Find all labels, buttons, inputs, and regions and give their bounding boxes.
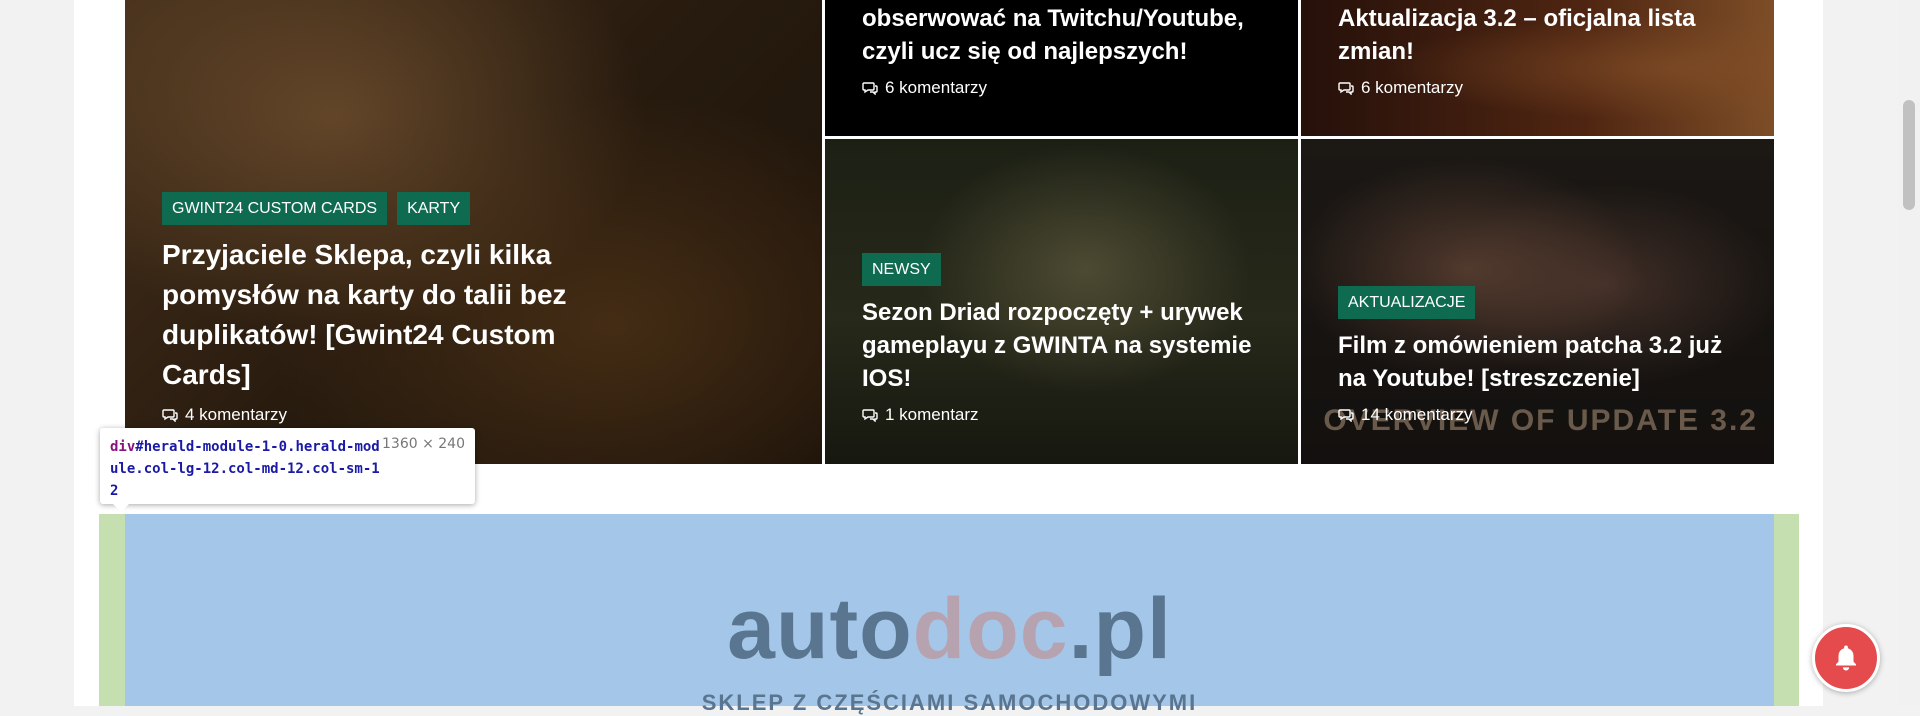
element-dimensions: 1360 × 240 — [382, 436, 465, 452]
tag-gwint24-custom-cards[interactable]: GWINT24 CUSTOM CARDS — [162, 192, 388, 225]
autodoc-logo: autodoc.pl — [727, 581, 1172, 677]
scrollbar-thumb[interactable] — [1903, 100, 1915, 210]
tag-list: GWINT24 CUSTOM CARDS KARTY — [162, 192, 792, 225]
notification-bell-button[interactable] — [1812, 624, 1880, 692]
card-content: obserwować na Twitchu/Youtube, czyli ucz… — [862, 2, 1268, 98]
featured-article-large[interactable]: GWINT24 CUSTOM CARDS KARTY Przyjaciele S… — [125, 0, 822, 464]
card-content: GWINT24 CUSTOM CARDS KARTY Przyjaciele S… — [162, 192, 792, 425]
element-selector: div#herald-module-1-0.herald-module.col-… — [110, 439, 380, 499]
comment-count[interactable]: 14 komentarzy — [1338, 405, 1744, 425]
page-scrollbar[interactable] — [1898, 0, 1920, 706]
ad-banner[interactable]: autodoc.pl SKLEP Z CZĘŚCIAMI SAMOCHODOWY… — [125, 514, 1774, 715]
card-content: AKTUALIZACJE Film z omówieniem patcha 3.… — [1338, 286, 1744, 425]
comment-count-label: 4 komentarzy — [185, 405, 288, 424]
featured-article-top-middle[interactable]: obserwować na Twitchu/Youtube, czyli ucz… — [825, 0, 1298, 136]
featured-article-bottom-middle[interactable]: NEWSY Sezon Driad rozpoczęty + urywek ga… — [825, 139, 1298, 464]
tag-list: AKTUALIZACJE — [1338, 286, 1744, 319]
tooltip-arrow — [112, 503, 130, 512]
article-title[interactable]: Film z omówieniem patcha 3.2 już na Yout… — [1338, 329, 1744, 395]
comments-icon — [1338, 408, 1354, 422]
tag-aktualizacje[interactable]: AKTUALIZACJE — [1338, 286, 1476, 319]
comments-icon — [862, 81, 878, 95]
article-title[interactable]: Przyjaciele Sklepa, czyli kilka pomysłów… — [162, 235, 602, 395]
featured-article-top-right[interactable]: Aktualizacja 3.2 – oficjalna lista zmian… — [1301, 0, 1774, 136]
article-title[interactable]: Aktualizacja 3.2 – oficjalna lista zmian… — [1338, 2, 1698, 68]
featured-article-bottom-right[interactable]: OVERVIEW OF UPDATE 3.2 AKTUALIZACJE Film… — [1301, 139, 1774, 464]
comment-count-label: 6 komentarzy — [1361, 78, 1464, 97]
comments-icon — [162, 408, 178, 422]
comment-count-label: 1 komentarz — [885, 405, 979, 424]
tag-list: NEWSY — [862, 253, 1268, 286]
ad-subtitle: SKLEP Z CZĘŚCIAMI SAMOCHODOWYMI — [701, 690, 1198, 715]
tag-newsy[interactable]: NEWSY — [862, 253, 941, 286]
comment-count-label: 6 komentarzy — [885, 78, 988, 97]
card-content: Aktualizacja 3.2 – oficjalna lista zmian… — [1338, 2, 1698, 98]
tag-karty[interactable]: KARTY — [397, 192, 471, 225]
comment-count[interactable]: 6 komentarzy — [862, 78, 1268, 98]
comments-icon — [862, 408, 878, 422]
comment-count[interactable]: 6 komentarzy — [1338, 78, 1698, 98]
comment-count-label: 14 komentarzy — [1361, 405, 1473, 424]
card-content: NEWSY Sezon Driad rozpoczęty + urywek ga… — [862, 253, 1268, 425]
inspect-tooltip: div#herald-module-1-0.herald-module.col-… — [100, 428, 475, 512]
article-title[interactable]: obserwować na Twitchu/Youtube, czyli ucz… — [862, 2, 1268, 68]
comment-count[interactable]: 4 komentarzy — [162, 405, 792, 425]
article-title[interactable]: Sezon Driad rozpoczęty + urywek gameplay… — [862, 296, 1268, 395]
comments-icon — [1338, 81, 1354, 95]
bell-icon — [1836, 645, 1856, 671]
comment-count[interactable]: 1 komentarz — [862, 405, 1268, 425]
